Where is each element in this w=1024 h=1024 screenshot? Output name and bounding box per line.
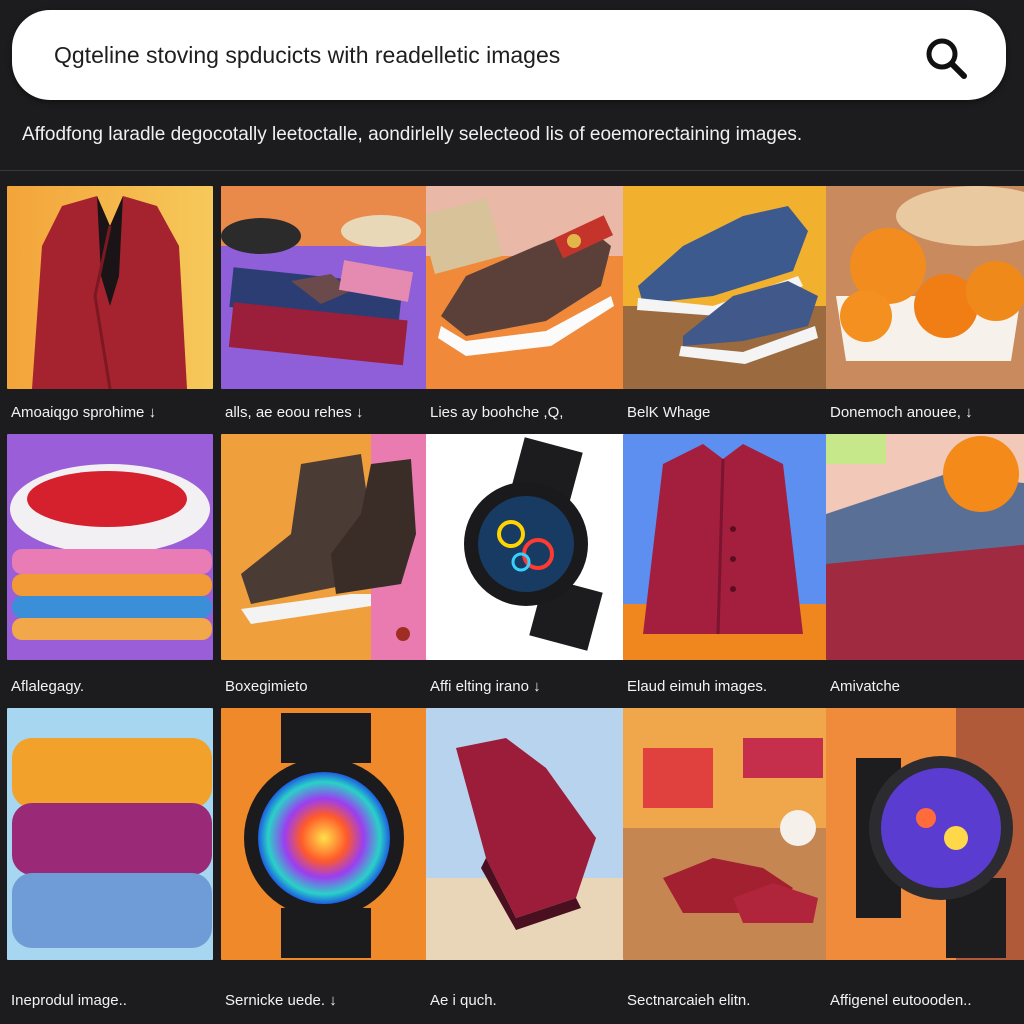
product-image [426, 186, 632, 389]
product-image [221, 434, 427, 660]
leather-boots-icon [221, 434, 427, 660]
product-image [221, 186, 427, 389]
product-card[interactable]: Ineprodul image.. [7, 708, 213, 1009]
red-knit-sneaker-icon [426, 708, 632, 960]
product-caption: Elaud eimuh images. [627, 678, 768, 695]
product-caption: Ineprodul image.. [11, 992, 127, 1009]
product-card[interactable]: Aflalegagy. [7, 434, 213, 714]
product-image [7, 434, 213, 660]
folded-towels-icon [7, 708, 213, 960]
product-image [7, 708, 213, 960]
product-caption: Sernicke uede. ↓ [225, 992, 337, 1009]
product-caption: Affi elting irano ↓ [430, 678, 541, 695]
product-image [426, 708, 632, 960]
search-input[interactable]: Qgteline stoving spducicts with readelle… [54, 38, 904, 72]
product-caption: BelK Whage [627, 404, 711, 421]
product-card[interactable]: Affi elting irano ↓ [426, 434, 632, 714]
red-blazer-icon [7, 186, 213, 389]
product-caption: Ae i quch. [430, 992, 497, 1009]
rainbow-watch-icon [221, 708, 427, 960]
product-caption: Lies ay boohche ,Q, [430, 404, 564, 421]
product-caption: Amoaiqgo sprohime ↓ [11, 404, 157, 421]
product-card[interactable]: Ae i quch. [426, 708, 632, 1009]
product-image [826, 186, 1024, 389]
orange-bowl-icon [826, 186, 1024, 389]
red-coat-icon [623, 434, 829, 660]
product-image [826, 434, 1024, 660]
sneaker-icon [426, 186, 632, 389]
product-card[interactable]: Boxegimieto [221, 434, 427, 714]
gifts-shoes-icon [623, 708, 829, 960]
product-card[interactable]: Amoaiqgo sprohime ↓ [7, 186, 213, 466]
product-image [426, 434, 632, 660]
smartwatch-dark-icon [826, 708, 1024, 960]
product-caption: Amivatche [830, 678, 901, 695]
search-bar: Qgteline stoving spducicts with readelle… [12, 10, 1006, 100]
product-image [623, 186, 829, 389]
product-card[interactable]: Lies ay boohche ,Q, [426, 186, 632, 466]
folded-sweaters-icon [221, 186, 427, 389]
product-card[interactable]: alls, ae eoou rehes ↓ [221, 186, 427, 466]
product-caption: Boxegimieto [225, 678, 308, 695]
product-caption: Donemoch anouee, ↓ [830, 404, 973, 421]
product-card[interactable]: Amivatche [826, 434, 1024, 714]
product-card[interactable]: Sectnarcaieh elitn. [623, 708, 829, 1009]
product-caption: alls, ae eoou rehes ↓ [225, 404, 364, 421]
product-card[interactable]: Donemoch anouee, ↓ [826, 186, 1024, 466]
product-image [826, 708, 1024, 960]
search-button[interactable] [922, 34, 970, 82]
product-card[interactable]: BelK Whage [623, 186, 829, 466]
knit-scarf-icon [826, 434, 1024, 660]
product-caption: Sectnarcaieh elitn. [627, 992, 751, 1009]
product-card[interactable]: Elaud eimuh images. [623, 434, 829, 714]
berry-plate-icon [7, 434, 213, 660]
product-caption: Aflalegagy. [11, 678, 85, 695]
product-image [623, 708, 829, 960]
blue-sneakers-icon [623, 186, 829, 389]
product-image [221, 708, 427, 960]
product-card[interactable]: Sernicke uede. ↓ [221, 708, 427, 1009]
smartwatch-icon [426, 434, 632, 660]
search-icon [926, 38, 967, 79]
product-image [7, 186, 213, 389]
product-card[interactable]: Affigenel eutoooden.. [826, 708, 1024, 1009]
product-image [623, 434, 829, 660]
results-description: Affodfong laradle degocotally leetoctall… [22, 124, 803, 145]
divider [0, 170, 1024, 171]
product-caption: Affigenel eutoooden.. [830, 992, 972, 1009]
